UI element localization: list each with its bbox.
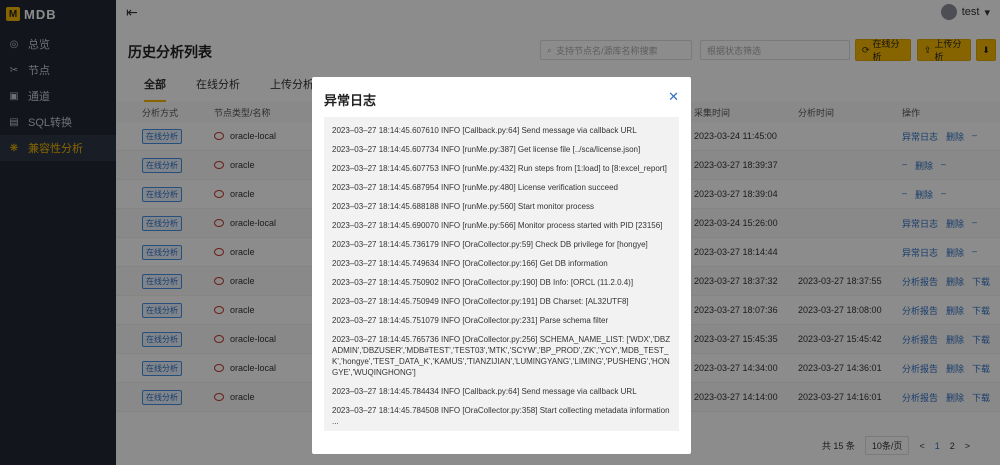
log-line: 2023–03–27 18:14:45.687954 INFO [runMe.p…	[332, 183, 618, 192]
log-line: 2023–03–27 18:14:45.688188 INFO [runMe.p…	[332, 202, 594, 211]
log-line: 2023–03–27 18:14:45.765736 INFO [OraColl…	[332, 335, 671, 377]
log-line: 2023–03–27 18:14:45.784508 INFO [OraColl…	[332, 406, 670, 426]
log-line: 2023–03–27 18:14:45.690070 INFO [runMe.p…	[332, 221, 663, 230]
log-content[interactable]: 2023–03–27 18:14:45.607610 INFO [Callbac…	[324, 117, 679, 431]
close-icon[interactable]: ✕	[668, 89, 679, 105]
log-line: 2023–03–27 18:14:45.751079 INFO [OraColl…	[332, 316, 609, 325]
log-line: 2023–03–27 18:14:45.749634 INFO [OraColl…	[332, 259, 608, 268]
log-line: 2023–03–27 18:14:45.784434 INFO [Callbac…	[332, 387, 637, 396]
error-log-modal: 异常日志 ✕ 2023–03–27 18:14:45.607610 INFO […	[312, 77, 691, 454]
log-line: 2023–03–27 18:14:45.736179 INFO [OraColl…	[332, 240, 648, 249]
log-line: 2023–03–27 18:14:45.607610 INFO [Callbac…	[332, 126, 637, 135]
modal-title: 异常日志	[324, 93, 377, 108]
log-line: 2023–03–27 18:14:45.607753 INFO [runMe.p…	[332, 164, 667, 173]
log-line: 2023–03–27 18:14:45.607734 INFO [runMe.p…	[332, 145, 641, 154]
log-line: 2023–03–27 18:14:45.750949 INFO [OraColl…	[332, 297, 629, 306]
log-line: 2023–03–27 18:14:45.750902 INFO [OraColl…	[332, 278, 634, 287]
